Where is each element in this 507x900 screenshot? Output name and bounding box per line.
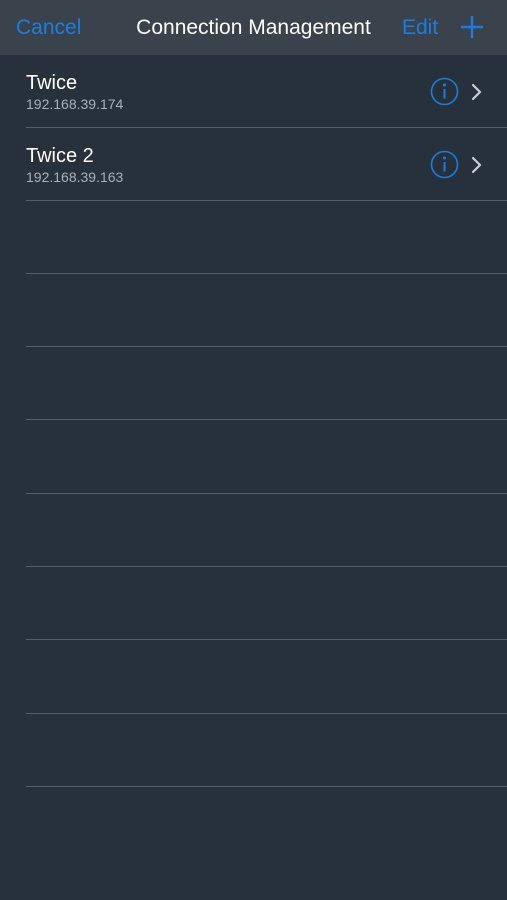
info-icon [430,150,459,179]
row-separator [26,639,507,640]
empty-row [0,274,507,347]
empty-row [0,714,507,787]
connection-name: Twice 2 [26,145,94,167]
info-icon [430,77,459,106]
connection-name: Twice [26,72,78,94]
connection-management-screen: Cancel Connection Management Edit Twice … [0,0,507,900]
navigation-bar: Cancel Connection Management Edit [0,0,507,55]
empty-row [0,421,507,494]
row-separator [26,786,507,787]
add-connection-button[interactable] [459,14,485,40]
connection-row[interactable]: Twice 192.168.39.174 [0,55,507,128]
connection-address: 192.168.39.174 [26,96,124,112]
empty-row [0,494,507,567]
row-separator [26,419,507,420]
chevron-right-icon [470,155,484,175]
info-button[interactable] [430,77,459,106]
plus-icon [461,16,483,38]
connection-row[interactable]: Twice 2 192.168.39.163 [0,128,507,201]
empty-row [0,201,507,274]
empty-row [0,567,507,640]
connection-address: 192.168.39.163 [26,169,124,185]
info-button[interactable] [430,150,459,179]
empty-row [0,347,507,420]
edit-button[interactable]: Edit [402,15,438,41]
empty-row [0,641,507,714]
chevron-right-icon [470,82,484,102]
